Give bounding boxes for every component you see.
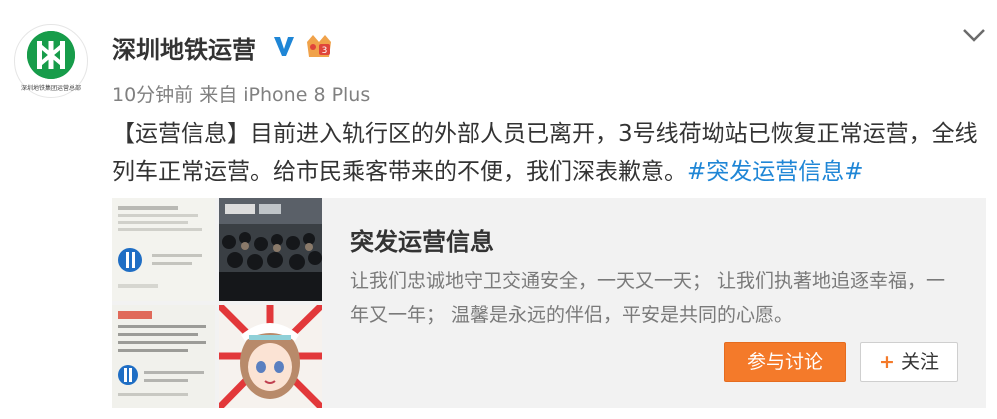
thumbnail-image [219,305,322,408]
follow-label: 关注 [900,351,939,373]
post-meta: 10分钟前 来自 iPhone 8 Plus [112,80,370,107]
avatar-caption: 深圳地铁集团运营总部 [20,85,81,92]
card-description: 让我们忠诚地守卫交通安全，一天又一天； 让我们执著地追逐幸福，一年又一年； 温馨… [350,270,946,326]
topic-thumbnails[interactable] [112,198,322,408]
post-source: 来自 iPhone 8 Plus [199,84,371,106]
topic-card[interactable]: 突发运营信息 让我们忠诚地守卫交通安全，一天又一天； 让我们执著地追逐幸福，一年… [112,198,986,408]
card-title[interactable]: 突发运营信息 [350,222,494,257]
chevron-down-icon[interactable] [960,24,988,46]
verified-v-icon [272,34,296,58]
thumbnail-image [219,198,322,301]
thumbnail-image [112,198,215,301]
thumbnail-image [112,305,215,408]
topic-link[interactable]: #突发运营信息# [687,159,864,185]
vip-level-number: 3 [322,46,328,56]
author-name[interactable]: 深圳地铁运营 [112,30,256,65]
avatar[interactable]: 深圳地铁集团运营总部 [14,24,88,98]
post-text: 【运营信息】目前进入轨行区的外部人员已离开，3号线荷坳站已恢复正常运营，全线列车… [112,115,982,191]
vip-level-icon[interactable]: 3 [304,33,334,59]
join-discussion-button[interactable]: 参与讨论 [724,342,846,382]
shenzhen-metro-logo [27,31,75,79]
plus-icon: + [879,351,895,373]
post-time[interactable]: 10分钟前 [112,84,193,106]
follow-button[interactable]: + 关注 [860,342,958,382]
